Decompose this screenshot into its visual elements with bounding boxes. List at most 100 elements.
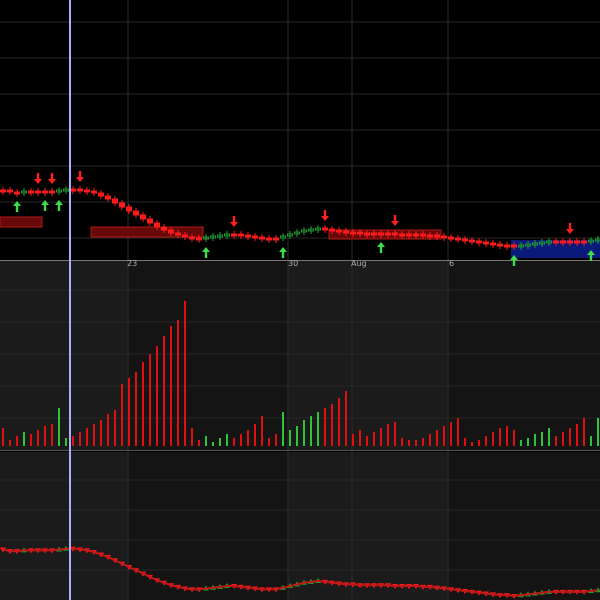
volume-bar xyxy=(114,410,116,446)
date-label-1: 30 xyxy=(288,259,299,268)
volume-bar xyxy=(359,430,361,446)
volume-bar xyxy=(520,440,522,446)
volume-bar xyxy=(121,384,123,446)
candle-down xyxy=(476,240,482,244)
candle-down xyxy=(406,233,412,237)
volume-bar xyxy=(30,434,32,446)
chart-canvas[interactable] xyxy=(0,0,600,600)
candle-down xyxy=(560,240,566,244)
candle-down xyxy=(147,218,153,224)
session-band xyxy=(128,261,288,450)
volume-bar xyxy=(401,438,403,446)
candle-down xyxy=(553,240,559,244)
volume-bar xyxy=(422,438,424,446)
volume-bar xyxy=(324,408,326,446)
volume-bar xyxy=(317,412,319,446)
candle-down xyxy=(112,198,118,204)
volume-bar xyxy=(597,418,599,446)
candle-down xyxy=(273,237,279,241)
volume-bar xyxy=(394,422,396,446)
resistance-zone xyxy=(0,216,43,228)
volume-bar xyxy=(128,378,130,446)
candle-down xyxy=(413,233,419,237)
candle-down xyxy=(448,236,454,240)
volume-bar xyxy=(527,438,529,446)
volume-bar xyxy=(373,432,375,446)
volume-bar xyxy=(366,436,368,446)
volume-bar xyxy=(338,398,340,446)
candle-down xyxy=(7,189,13,193)
candle-down xyxy=(119,202,125,208)
volume-bar xyxy=(310,416,312,446)
candle-down xyxy=(259,236,265,240)
candle-down xyxy=(441,235,447,239)
candle-down xyxy=(238,233,244,237)
candle-down xyxy=(336,229,342,233)
candle-down xyxy=(189,236,195,240)
candle-down xyxy=(329,228,335,232)
volume-bar xyxy=(471,442,473,446)
candle-down xyxy=(350,231,356,235)
candle-down xyxy=(28,190,34,194)
volume-bar xyxy=(212,442,214,446)
volume-bar xyxy=(58,408,60,446)
volume-bar xyxy=(352,434,354,446)
volume-bar xyxy=(296,426,298,446)
candle-down xyxy=(385,232,391,236)
candle-down xyxy=(574,240,580,244)
volume-bar xyxy=(436,430,438,446)
candle-down xyxy=(567,240,573,244)
date-label-2: Aug xyxy=(351,259,367,268)
volume-bar xyxy=(457,418,459,446)
candle-down xyxy=(357,231,363,235)
volume-bar xyxy=(37,430,39,446)
volume-bar xyxy=(198,440,200,446)
volume-bar xyxy=(443,426,445,446)
volume-bar xyxy=(142,362,144,446)
trading-chart[interactable]: 23 30 Aug 6 xyxy=(0,0,600,600)
volume-bar xyxy=(380,428,382,446)
volume-bar xyxy=(261,416,263,446)
volume-bar xyxy=(156,346,158,446)
date-label-0: 23 xyxy=(127,259,138,268)
volume-bar xyxy=(450,422,452,446)
volume-bar xyxy=(478,440,480,446)
candle-down xyxy=(420,233,426,237)
candle-down xyxy=(581,240,587,244)
volume-bar xyxy=(429,434,431,446)
candle-down xyxy=(378,232,384,236)
volume-bar xyxy=(548,428,550,446)
volume-bar xyxy=(170,326,172,446)
volume-bar xyxy=(541,432,543,446)
volume-bar xyxy=(569,428,571,446)
candle-down xyxy=(427,234,433,238)
candle-down xyxy=(434,234,440,238)
volume-bar xyxy=(492,432,494,446)
candle-down xyxy=(182,234,188,238)
candle-down xyxy=(84,189,90,193)
candle-down xyxy=(91,190,97,194)
volume-bar xyxy=(590,436,592,446)
volume-bar xyxy=(86,428,88,446)
volume-bar xyxy=(219,438,221,446)
candle-down xyxy=(196,237,202,241)
volume-bar xyxy=(226,434,228,446)
session-band xyxy=(448,452,600,600)
candle-down xyxy=(14,191,20,195)
volume-bar xyxy=(79,432,81,446)
volume-bar xyxy=(583,418,585,446)
volume-bar xyxy=(275,434,277,446)
volume-bar xyxy=(93,424,95,446)
candle-down xyxy=(252,235,258,239)
candle-down xyxy=(469,239,475,243)
volume-bar xyxy=(233,438,235,446)
volume-bar xyxy=(51,424,53,446)
candle-down xyxy=(245,234,251,238)
volume-bar xyxy=(247,430,249,446)
volume-bar xyxy=(9,440,11,446)
candle-down xyxy=(98,192,104,197)
volume-bar xyxy=(464,438,466,446)
volume-bar xyxy=(289,430,291,446)
volume-bar xyxy=(513,430,515,446)
candle-down xyxy=(175,232,181,236)
